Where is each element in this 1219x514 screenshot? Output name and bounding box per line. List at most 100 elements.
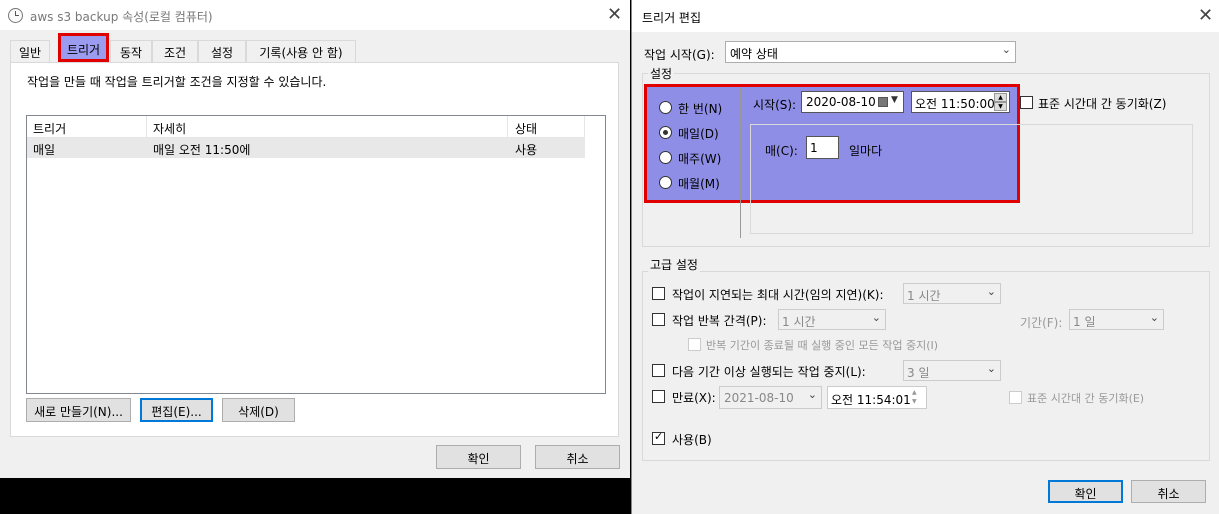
schedule-divider — [740, 88, 741, 238]
tab-triggers[interactable]: 트리거 — [58, 33, 109, 62]
window-title: aws s3 backup 속성(로컬 컴퓨터) — [30, 10, 213, 24]
start-time-picker[interactable]: 오전 11:50:00 ▲ ▼ — [911, 91, 1010, 113]
tab-history[interactable]: 기록(사용 안 함) — [246, 40, 356, 62]
sync-timezone-checkbox[interactable]: 표준 시간대 간 동기화(Z) — [1020, 95, 1190, 111]
spinner-down-icon[interactable]: ▼ — [994, 102, 1007, 111]
repeat-select[interactable]: 1 시간 ⌄ — [778, 309, 886, 330]
radio-label: 매일(D) — [678, 127, 719, 141]
time-value: 오전 11:54:01 — [831, 393, 911, 407]
checkbox-label: 작업 반복 간격(P): — [672, 314, 767, 328]
start-date-picker[interactable]: 2020-08-10 ▼ — [801, 91, 904, 113]
tab-label: 기록(사용 안 함) — [259, 46, 343, 60]
radio-daily[interactable]: 매일(D) — [659, 125, 739, 141]
close-icon[interactable]: ✕ — [607, 6, 622, 24]
select-value: 1 시간 — [782, 315, 816, 329]
chevron-down-icon: ⌄ — [1149, 311, 1159, 324]
begin-task-label: 작업 시작(G): — [644, 48, 715, 62]
delay-checkbox[interactable]: 작업이 지연되는 최대 시간(임의 지연)(K): — [652, 286, 902, 302]
checkbox-box — [652, 287, 665, 300]
button-label: 삭제(D) — [238, 405, 279, 419]
radio-weekly[interactable]: 매주(W) — [659, 150, 739, 166]
spinner-up-icon[interactable]: ▲ — [994, 93, 1007, 102]
triggers-table: 트리거 자세히 상태 매일 매일 오전 11:50에 사용 — [26, 115, 606, 394]
checkbox-box: ✓ — [652, 430, 665, 445]
checkbox-label: 반복 기간이 종료될 때 실행 중인 모든 작업 중지(I) — [706, 339, 939, 352]
ok-button[interactable]: 확인 — [1048, 480, 1123, 503]
select-value: 3 일 — [907, 366, 930, 380]
expire-checkbox[interactable]: 만료(X): — [652, 389, 718, 405]
checkbox-box — [688, 338, 701, 351]
tab-settings[interactable]: 설정 — [198, 40, 246, 62]
trigger-cell: 매일 — [33, 143, 56, 157]
stop-all-checkbox[interactable]: 반복 기간이 종료될 때 실행 중인 모든 작업 중지(I) — [688, 337, 978, 353]
title-bar: aws s3 backup 속성(로컬 컴퓨터) ✕ — [0, 0, 630, 30]
column-header-trigger[interactable]: 트리거 — [33, 120, 66, 137]
radio-monthly[interactable]: 매월(M) — [659, 175, 739, 191]
column-header-details[interactable]: 자세히 — [153, 120, 186, 137]
tab-general[interactable]: 일반 — [10, 40, 50, 62]
triggers-panel: 작업을 만들 때 작업을 트리거할 조건을 지정할 수 있습니다. 트리거 자세… — [10, 62, 619, 437]
radio-button — [659, 151, 672, 164]
column-header-status[interactable]: 상태 — [515, 120, 537, 137]
recur-unit: 일마다 — [849, 144, 883, 158]
chevron-down-icon: ⌄ — [986, 362, 996, 375]
repeat-checkbox[interactable]: 작업 반복 간격(P): — [652, 312, 777, 328]
begin-task-select[interactable]: 예약 상태 ⌄ — [725, 41, 1016, 63]
button-label: 취소 — [1157, 487, 1180, 501]
cancel-button[interactable]: 취소 — [535, 445, 620, 469]
recur-input[interactable]: 1 — [806, 136, 839, 159]
radio-button — [659, 176, 672, 189]
tab-label: 설정 — [210, 46, 234, 60]
expire-sync-checkbox[interactable]: 표준 시간대 간 동기화(E) — [1009, 390, 1179, 406]
expire-date-picker[interactable]: 2021-08-10 ⌄ — [719, 386, 822, 409]
checkbox-box — [652, 390, 665, 403]
cancel-button[interactable]: 취소 — [1131, 480, 1206, 503]
table-row[interactable]: 매일 매일 오전 11:50에 사용 — [27, 138, 585, 158]
spinner-up-icon[interactable]: ▲ — [912, 389, 917, 396]
select-value: 1 시간 — [907, 289, 941, 303]
radio-button — [659, 101, 672, 114]
spinner-down-icon[interactable]: ▼ — [912, 398, 917, 405]
chevron-down-icon: ▼ — [891, 95, 898, 105]
tab-actions[interactable]: 동작 — [110, 40, 152, 62]
close-icon[interactable]: ✕ — [1198, 7, 1213, 25]
edit-trigger-button[interactable]: 편집(E)... — [140, 398, 213, 422]
input-value: 1 — [810, 141, 818, 155]
details-cell: 매일 오전 11:50에 — [153, 143, 251, 157]
radio-button — [659, 126, 672, 139]
checkmark-icon: ✓ — [654, 430, 664, 443]
clock-icon — [8, 8, 23, 23]
chevron-down-icon: ⌄ — [986, 285, 996, 298]
button-label: 새로 만들기(N)... — [34, 405, 123, 419]
button-label: 편집(E)... — [151, 405, 202, 419]
checkbox-box — [1020, 96, 1033, 109]
recur-label: 매(C): — [765, 144, 798, 158]
tab-label: 동작 — [119, 46, 143, 60]
radio-once[interactable]: 한 번(N) — [659, 100, 739, 116]
date-value: 2021-08-10 — [724, 391, 794, 405]
checkbox-box — [1009, 391, 1022, 404]
checkbox-label: 사용(B) — [672, 433, 712, 447]
tab-label: 일반 — [18, 46, 42, 60]
calendar-icon — [878, 97, 888, 107]
button-label: 확인 — [467, 452, 490, 466]
title-bar: 트리거 편집 ✕ — [632, 0, 1219, 32]
chevron-down-icon: ⌄ — [1001, 43, 1011, 56]
tab-conditions[interactable]: 조건 — [152, 40, 198, 62]
triggers-description: 작업을 만들 때 작업을 트리거할 조건을 지정할 수 있습니다. — [27, 75, 327, 89]
checkbox-label: 표준 시간대 간 동기화(E) — [1027, 392, 1145, 405]
duration-label: 기간(F): — [1020, 316, 1063, 330]
start-label: 시작(S): — [753, 98, 797, 112]
stop-long-checkbox[interactable]: 다음 기간 이상 실행되는 작업 중지(L): — [652, 363, 902, 379]
new-trigger-button[interactable]: 새로 만들기(N)... — [26, 398, 131, 422]
button-label: 취소 — [566, 452, 589, 466]
ok-button[interactable]: 확인 — [436, 445, 521, 469]
expire-time-picker[interactable]: 오전 11:54:01 ▲ ▼ — [827, 386, 927, 409]
stop-long-select[interactable]: 3 일 ⌄ — [903, 360, 1001, 381]
delete-trigger-button[interactable]: 삭제(D) — [222, 398, 295, 422]
duration-select[interactable]: 1 일 ⌄ — [1069, 309, 1164, 330]
delay-select[interactable]: 1 시간 ⌄ — [903, 283, 1001, 304]
enabled-checkbox[interactable]: ✓ 사용(B) — [652, 430, 732, 447]
table-header: 트리거 자세히 상태 — [27, 116, 585, 138]
radio-label: 매주(W) — [678, 152, 722, 166]
